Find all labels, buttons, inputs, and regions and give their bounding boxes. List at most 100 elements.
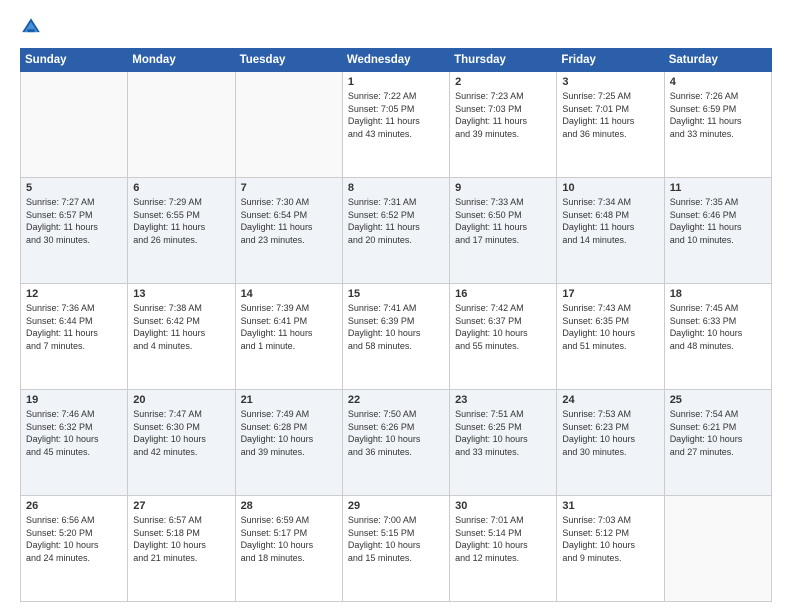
day-number: 11 [670,182,766,194]
calendar-cell: 10 Sunrise: 7:34 AMSunset: 6:48 PMDayligh… [557,178,664,284]
day-number: 24 [562,394,658,406]
calendar-cell [21,72,128,178]
day-number: 29 [348,500,444,512]
day-number: 4 [670,76,766,88]
day-number: 27 [133,500,229,512]
day-header-tuesday: Tuesday [235,49,342,72]
calendar-cell: 6 Sunrise: 7:29 AMSunset: 6:55 PMDaylight… [128,178,235,284]
day-number: 6 [133,182,229,194]
day-number: 15 [348,288,444,300]
cell-info: Sunrise: 7:31 AMSunset: 6:52 PMDaylight:… [348,196,444,246]
cell-info: Sunrise: 7:38 AMSunset: 6:42 PMDaylight:… [133,302,229,352]
calendar-cell: 8 Sunrise: 7:31 AMSunset: 6:52 PMDaylight… [342,178,449,284]
day-header-friday: Friday [557,49,664,72]
cell-info: Sunrise: 6:59 AMSunset: 5:17 PMDaylight:… [241,514,337,564]
week-row-3: 12 Sunrise: 7:36 AMSunset: 6:44 PMDayligh… [21,284,772,390]
page: SundayMondayTuesdayWednesdayThursdayFrid… [0,0,792,612]
day-number: 5 [26,182,122,194]
day-number: 1 [348,76,444,88]
calendar-cell: 4 Sunrise: 7:26 AMSunset: 6:59 PMDaylight… [664,72,771,178]
calendar-cell: 17 Sunrise: 7:43 AMSunset: 6:35 PMDayligh… [557,284,664,390]
day-number: 18 [670,288,766,300]
day-headers-row: SundayMondayTuesdayWednesdayThursdayFrid… [21,49,772,72]
week-row-5: 26Sunrise: 6:56 AMSunset: 5:20 PMDayligh… [21,496,772,602]
cell-info: Sunrise: 7:46 AMSunset: 6:32 PMDaylight:… [26,408,122,458]
day-number: 9 [455,182,551,194]
calendar-cell: 2Sunrise: 7:23 AMSunset: 7:03 PMDaylight… [450,72,557,178]
day-number: 26 [26,500,122,512]
day-number: 17 [562,288,658,300]
cell-info: Sunrise: 7:39 AMSunset: 6:41 PMDaylight:… [241,302,337,352]
cell-info: Sunrise: 7:49 AMSunset: 6:28 PMDaylight:… [241,408,337,458]
cell-info: Sunrise: 7:29 AMSunset: 6:55 PMDaylight:… [133,196,229,246]
cell-info: Sunrise: 7:22 AMSunset: 7:05 PMDaylight:… [348,90,444,140]
cell-info: Sunrise: 7:34 AMSunset: 6:48 PMDaylight:… [562,196,658,246]
day-number: 20 [133,394,229,406]
calendar-table: SundayMondayTuesdayWednesdayThursdayFrid… [20,48,772,602]
calendar-cell: 12 Sunrise: 7:36 AMSunset: 6:44 PMDayligh… [21,284,128,390]
calendar-cell: 16 Sunrise: 7:42 AMSunset: 6:37 PMDayligh… [450,284,557,390]
day-number: 28 [241,500,337,512]
cell-info: Sunrise: 7:33 AMSunset: 6:50 PMDaylight:… [455,196,551,246]
week-row-1: 1 Sunrise: 7:22 AMSunset: 7:05 PMDaylight… [21,72,772,178]
cell-info: Sunrise: 6:57 AMSunset: 5:18 PMDaylight:… [133,514,229,564]
calendar-cell: 27 Sunrise: 6:57 AMSunset: 5:18 PMDayligh… [128,496,235,602]
cell-info: Sunrise: 7:03 AMSunset: 5:12 PMDaylight:… [562,514,658,564]
calendar-cell: 21 Sunrise: 7:49 AMSunset: 6:28 PMDayligh… [235,390,342,496]
cell-info: Sunrise: 7:45 AMSunset: 6:33 PMDaylight:… [670,302,766,352]
calendar-cell: 31 Sunrise: 7:03 AMSunset: 5:12 PMDayligh… [557,496,664,602]
week-row-4: 19 Sunrise: 7:46 AMSunset: 6:32 PMDayligh… [21,390,772,496]
day-number: 31 [562,500,658,512]
day-header-wednesday: Wednesday [342,49,449,72]
calendar-cell: 20 Sunrise: 7:47 AMSunset: 6:30 PMDayligh… [128,390,235,496]
calendar-cell: 25Sunrise: 7:54 AMSunset: 6:21 PMDayligh… [664,390,771,496]
calendar-cell: 19 Sunrise: 7:46 AMSunset: 6:32 PMDayligh… [21,390,128,496]
day-number: 10 [562,182,658,194]
calendar-cell: 22 Sunrise: 7:50 AMSunset: 6:26 PMDayligh… [342,390,449,496]
calendar-cell: 9 Sunrise: 7:33 AMSunset: 6:50 PMDaylight… [450,178,557,284]
day-number: 30 [455,500,551,512]
week-row-2: 5Sunrise: 7:27 AMSunset: 6:57 PMDaylight… [21,178,772,284]
cell-info: Sunrise: 7:35 AMSunset: 6:46 PMDaylight:… [670,196,766,246]
day-number: 3 [562,76,658,88]
day-number: 22 [348,394,444,406]
calendar-cell: 26Sunrise: 6:56 AMSunset: 5:20 PMDayligh… [21,496,128,602]
cell-info: Sunrise: 7:51 AMSunset: 6:25 PMDaylight:… [455,408,551,458]
calendar-cell: 28 Sunrise: 6:59 AMSunset: 5:17 PMDayligh… [235,496,342,602]
day-number: 23 [455,394,551,406]
day-number: 7 [241,182,337,194]
calendar-cell [664,496,771,602]
calendar-cell: 3 Sunrise: 7:25 AMSunset: 7:01 PMDaylight… [557,72,664,178]
cell-info: Sunrise: 7:43 AMSunset: 6:35 PMDaylight:… [562,302,658,352]
day-number: 8 [348,182,444,194]
cell-info: Sunrise: 7:36 AMSunset: 6:44 PMDaylight:… [26,302,122,352]
day-header-thursday: Thursday [450,49,557,72]
cell-info: Sunrise: 7:53 AMSunset: 6:23 PMDaylight:… [562,408,658,458]
day-number: 13 [133,288,229,300]
calendar-cell: 13 Sunrise: 7:38 AMSunset: 6:42 PMDayligh… [128,284,235,390]
header [20,16,772,38]
logo-icon [20,16,42,38]
calendar-cell: 18 Sunrise: 7:45 AMSunset: 6:33 PMDayligh… [664,284,771,390]
calendar-cell: 24 Sunrise: 7:53 AMSunset: 6:23 PMDayligh… [557,390,664,496]
cell-info: Sunrise: 7:42 AMSunset: 6:37 PMDaylight:… [455,302,551,352]
day-number: 14 [241,288,337,300]
day-number: 21 [241,394,337,406]
cell-info: Sunrise: 7:50 AMSunset: 6:26 PMDaylight:… [348,408,444,458]
calendar-cell [235,72,342,178]
cell-info: Sunrise: 7:30 AMSunset: 6:54 PMDaylight:… [241,196,337,246]
day-number: 2 [455,76,551,88]
cell-info: Sunrise: 7:25 AMSunset: 7:01 PMDaylight:… [562,90,658,140]
cell-info: Sunrise: 7:47 AMSunset: 6:30 PMDaylight:… [133,408,229,458]
day-header-monday: Monday [128,49,235,72]
day-header-sunday: Sunday [21,49,128,72]
day-number: 19 [26,394,122,406]
day-header-saturday: Saturday [664,49,771,72]
cell-info: Sunrise: 7:00 AMSunset: 5:15 PMDaylight:… [348,514,444,564]
calendar-cell: 29 Sunrise: 7:00 AMSunset: 5:15 PMDayligh… [342,496,449,602]
cell-info: Sunrise: 7:41 AMSunset: 6:39 PMDaylight:… [348,302,444,352]
day-number: 16 [455,288,551,300]
cell-info: Sunrise: 7:26 AMSunset: 6:59 PMDaylight:… [670,90,766,140]
day-number: 12 [26,288,122,300]
logo [20,16,46,38]
